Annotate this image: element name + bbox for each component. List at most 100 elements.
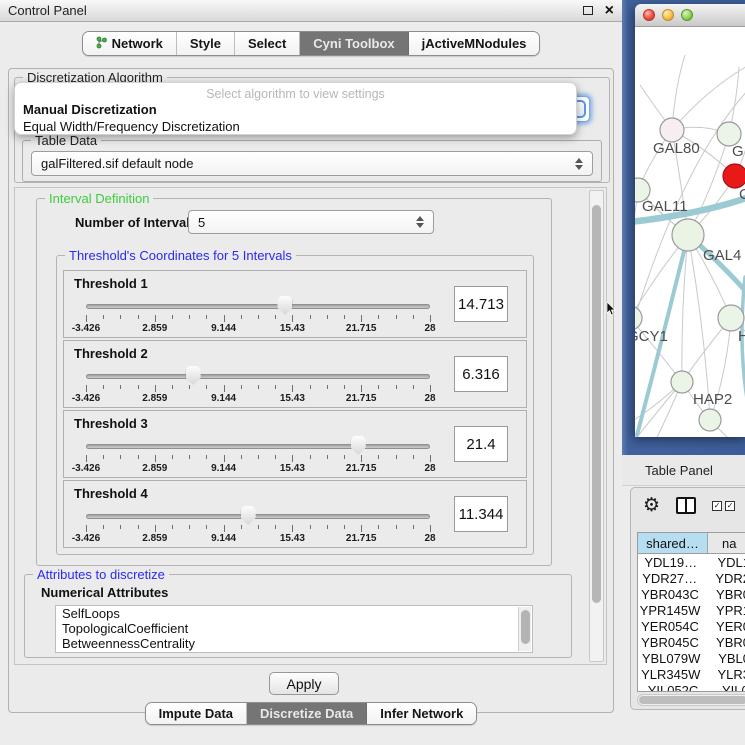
panel-title: Control Panel — [8, 3, 87, 18]
threshold-value-field[interactable]: 11.344 — [454, 496, 508, 532]
threshold-value-field[interactable]: 21.4 — [454, 426, 508, 462]
cell-shared-name: YLR345W — [638, 666, 703, 682]
table-row[interactable]: YDR27…YDR2 — [638, 570, 745, 586]
slider-scale-label: 28 — [424, 533, 435, 544]
threshold-label: Threshold 2 — [74, 346, 148, 361]
minimize-traffic-light[interactable] — [662, 9, 674, 21]
table-row[interactable]: YDL19…YDL1 — [638, 554, 745, 570]
slider-thumb[interactable] — [241, 506, 256, 525]
network-window-titlebar — [635, 4, 745, 27]
attributes-list-scrollbar[interactable] — [518, 607, 531, 651]
cell-shared-name: YPR145W — [638, 602, 702, 618]
cell-name: YBL0 — [704, 650, 745, 666]
split-columns-icon[interactable] — [676, 497, 696, 514]
cell-shared-name: YDL19… — [638, 554, 703, 570]
network-node[interactable] — [699, 409, 721, 431]
network-node-label: HAP2 — [693, 391, 732, 408]
algorithm-option[interactable]: Equal Width/Frequency Discretization — [15, 118, 576, 135]
bottom-tab-infer-network[interactable]: Infer Network — [367, 703, 476, 724]
algorithm-option[interactable]: Manual Discretization — [15, 101, 576, 118]
slider-scale-label: 15.43 — [280, 323, 305, 334]
close-icon[interactable]: × — [605, 6, 614, 16]
table-row[interactable]: YBL079WYBL0 — [638, 650, 745, 666]
slider-track[interactable] — [86, 514, 430, 519]
slider-track[interactable] — [86, 304, 430, 309]
slider-thumb[interactable] — [186, 366, 201, 385]
tab-label: Style — [190, 36, 221, 51]
threshold-label: Threshold 3 — [74, 416, 148, 431]
threshold-value-field[interactable]: 14.713 — [454, 286, 508, 322]
slider-scale-label: -3.426 — [72, 533, 100, 544]
slider-thumb[interactable] — [351, 436, 366, 455]
cell-name: YER0 — [702, 618, 745, 634]
gear-icon[interactable]: ⚙ — [643, 496, 660, 515]
attribute-list-item[interactable]: SelfLoops — [56, 606, 532, 621]
network-node[interactable] — [671, 371, 693, 393]
float-window-icon[interactable] — [583, 6, 593, 15]
slider-scale-label: 9.144 — [211, 393, 236, 404]
application-window: Control Panel × Network Style SelectCyni T… — [0, 0, 745, 745]
network-edge — [635, 190, 638, 279]
slider-track[interactable] — [86, 374, 430, 379]
table-browser-panel: ⚙ ✓ ✓ shared… na YDL19…YDL1YDR27…YDR2YBR… — [630, 487, 745, 710]
cell-name: YBR0 — [702, 586, 745, 602]
network-canvas[interactable]: GAL80GCGAL11GAL4GCY1HHAP2 — [635, 27, 745, 437]
network-view-window: GAL80GCGAL11GAL4GCY1HHAP2 — [635, 4, 745, 437]
table-data-select[interactable]: galFiltered.sif default node — [31, 151, 593, 176]
apply-button[interactable]: Apply — [269, 672, 339, 695]
threshold-slider[interactable]: -3.4262.8599.14415.4321.71528 — [76, 505, 440, 547]
cell-name: YIL0 — [708, 682, 745, 692]
thresholds-group-title: Threshold's Coordinates for 5 Intervals — [65, 248, 296, 263]
table-row[interactable]: YBR045CYBR0 — [638, 634, 745, 650]
tab-select[interactable]: Select — [235, 32, 300, 55]
threshold-value-field[interactable]: 6.316 — [454, 356, 508, 392]
table-row[interactable]: YLR345WYLR3 — [638, 666, 745, 682]
algorithm-popup-hint: Select algorithm to view settings — [15, 87, 576, 101]
table-horizontal-scrollbar[interactable] — [637, 694, 745, 706]
column-header-name[interactable]: na — [708, 533, 745, 553]
combo-arrows-icon — [567, 158, 583, 170]
bottom-tab-discretize-data[interactable]: Discretize Data — [247, 703, 367, 724]
table-row[interactable]: YIL052CYIL0 — [638, 682, 745, 692]
tab-jactivemnodules[interactable]: jActiveMNodules — [409, 32, 540, 55]
close-traffic-light[interactable] — [643, 9, 655, 21]
attribute-list-item[interactable]: TopologicalCoefficient — [56, 621, 532, 636]
slider-thumb[interactable] — [277, 296, 292, 315]
slider-scale-label: 28 — [424, 323, 435, 334]
slider-track[interactable] — [86, 444, 430, 449]
numerical-attributes-heading: Numerical Attributes — [41, 585, 168, 600]
slider-scale-label: 15.43 — [280, 393, 305, 404]
table-header-row: shared… na — [637, 532, 745, 554]
bottom-tab-impute-data[interactable]: Impute Data — [146, 703, 247, 724]
network-node[interactable] — [660, 118, 684, 142]
settings-vertical-scrollbar[interactable] — [589, 190, 604, 662]
threshold-slider[interactable]: -3.4262.8599.14415.4321.71528 — [76, 295, 440, 337]
table-row[interactable]: YPR145WYPR1 — [638, 602, 745, 618]
column-header-shared-name[interactable]: shared… — [638, 533, 708, 553]
numerical-attributes-list: SelfLoopsTopologicalCoefficientBetweenne… — [55, 605, 533, 653]
threshold-slider[interactable]: -3.4262.8599.14415.4321.71528 — [76, 435, 440, 477]
tab-cyni-toolbox[interactable]: Cyni Toolbox — [300, 32, 408, 55]
threshold-slider[interactable]: -3.4262.8599.14415.4321.71528 — [76, 365, 440, 407]
interval-definition-title: Interval Definition — [45, 191, 153, 206]
number-of-intervals-select[interactable]: 5 — [188, 210, 434, 234]
table-panel-title: Table Panel — [645, 463, 713, 478]
tab-style[interactable]: Style — [177, 32, 235, 55]
attributes-group: Attributes to discretize Numerical Attri… — [24, 574, 572, 658]
network-node-label: G — [732, 143, 744, 160]
table-row[interactable]: YBR043CYBR0 — [638, 586, 745, 602]
tab-network[interactable]: Network — [83, 32, 177, 55]
slider-scale-label: 2.859 — [142, 323, 167, 334]
table-data-group-title: Table Data — [31, 133, 101, 148]
attribute-list-item[interactable]: BetweennessCentrality — [56, 636, 532, 651]
combo-arrows-icon — [408, 216, 424, 228]
zoom-traffic-light[interactable] — [681, 9, 693, 21]
network-node[interactable] — [672, 219, 704, 251]
select-columns-icon[interactable]: ✓ ✓ — [712, 501, 735, 511]
network-node-label: GAL11 — [642, 198, 688, 215]
network-node-label: C — [739, 186, 745, 203]
network-node[interactable] — [723, 164, 745, 188]
table-row[interactable]: YER054CYER0 — [638, 618, 745, 634]
network-node[interactable] — [635, 306, 642, 330]
threshold-label: Threshold 4 — [74, 486, 148, 501]
